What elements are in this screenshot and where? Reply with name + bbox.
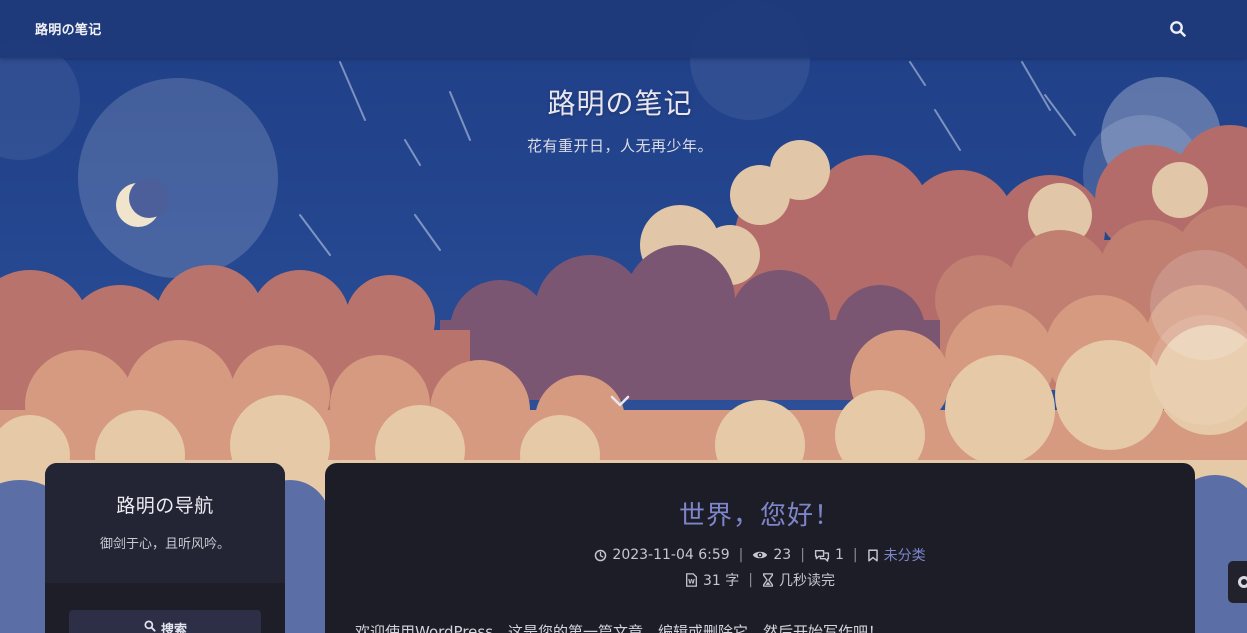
svg-text:W: W [688, 579, 695, 586]
post-read-time-text: 几秒读完 [778, 573, 835, 589]
post-card: 世界，您好！ 2023-11-04 6:59 | 23 | 1 | 未分类 W … [325, 463, 1195, 633]
post-category: 未分类 [867, 545, 926, 565]
floating-settings-button[interactable] [1228, 561, 1247, 603]
scroll-down-button[interactable] [608, 392, 632, 412]
meta-separator: | [852, 547, 858, 563]
meta-separator: | [748, 572, 753, 588]
word-document-icon: W [686, 573, 697, 587]
chevron-down-icon [610, 395, 630, 407]
sidebar-search-button[interactable]: 搜索 [69, 610, 261, 633]
site-title: 路明の笔记 [547, 87, 693, 120]
post-date: 2023-11-04 6:59 [594, 547, 730, 563]
post-views: 23 [752, 547, 791, 563]
site-brand-link[interactable]: 路明の笔记 [35, 19, 102, 38]
post-read-time: 几秒读完 [762, 570, 835, 590]
search-icon [144, 620, 156, 632]
sidebar-subtitle: 御剑于心，且听风吟。 [99, 537, 230, 552]
post-comments-count: 1 [834, 547, 844, 563]
sidebar-title: 路明の导航 [116, 495, 214, 517]
eye-icon [753, 551, 768, 559]
bookmark-icon [867, 548, 878, 562]
sidebar-header [45, 463, 285, 583]
post-excerpt: 欢迎使用WordPress。这是您的第一篇文章。编辑或删除它，然后开始写作吧！ [355, 623, 884, 633]
post-meta-row: 2023-11-04 6:59 | 23 | 1 | 未分类 [325, 545, 1195, 565]
post-title-link[interactable]: 世界，您好！ [325, 495, 1195, 532]
post-views-count: 23 [773, 547, 792, 563]
post-word-count: W 31 字 [685, 570, 739, 590]
meta-separator: | [738, 547, 744, 563]
comments-icon [814, 549, 830, 562]
post-date-text: 2023-11-04 6:59 [612, 547, 730, 563]
post-meta-row-secondary: W 31 字 | 几秒读完 [325, 570, 1195, 590]
top-navbar: 路明の笔记 [0, 0, 1247, 58]
site-tagline: 花有重开日，人无再少年。 [526, 137, 713, 155]
search-icon [1170, 21, 1186, 37]
sidebar-nav-card: 路明の导航 御剑于心，且听风吟。 搜索 [45, 463, 285, 633]
post-category-link[interactable]: 未分类 [884, 545, 926, 565]
post-word-count-text: 31 字 [703, 573, 740, 589]
meta-separator: | [800, 547, 805, 563]
clock-icon [595, 549, 607, 561]
sidebar-search-label: 搜索 [160, 623, 187, 633]
hourglass-icon [762, 573, 774, 587]
gear-icon [1238, 576, 1247, 588]
nav-search-button[interactable] [1166, 17, 1190, 41]
post-comments[interactable]: 1 [814, 547, 844, 563]
